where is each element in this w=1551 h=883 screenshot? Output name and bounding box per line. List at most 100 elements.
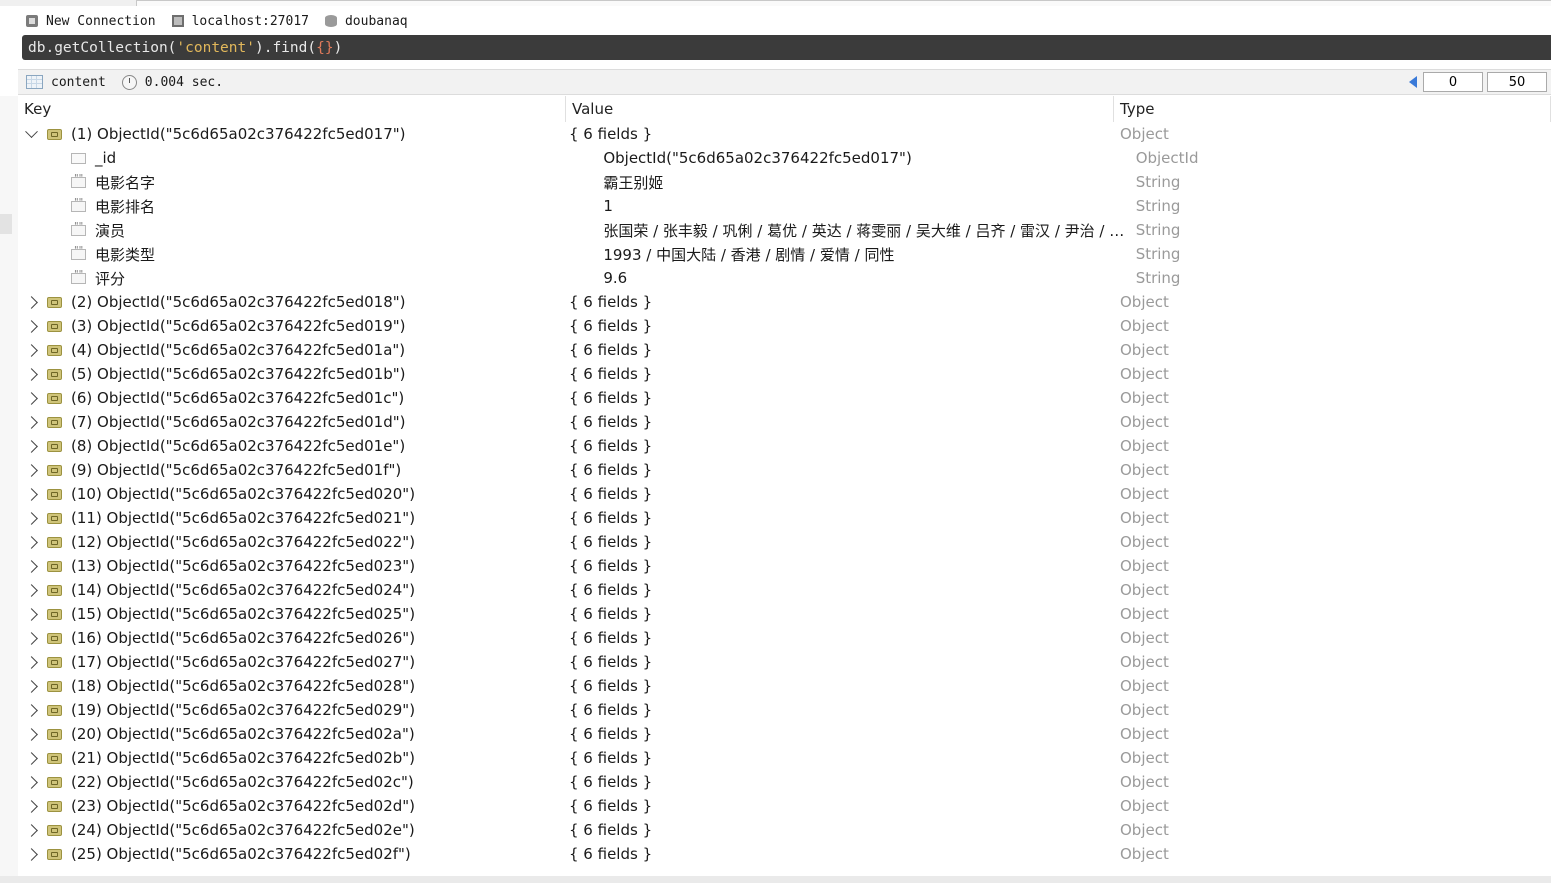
table-row[interactable]: (15) ObjectId("5c6d65a02c376422fc5ed025"…	[18, 602, 1551, 626]
table-row[interactable]: (2) ObjectId("5c6d65a02c376422fc5ed018")…	[18, 290, 1551, 314]
chevron-right-icon[interactable]	[25, 439, 38, 453]
table-row[interactable]: (10) ObjectId("5c6d65a02c376422fc5ed020"…	[18, 482, 1551, 506]
connection-breadcrumb: New Connection localhost:27017 doubanaq	[0, 8, 1551, 34]
chevron-right-icon[interactable]	[25, 631, 38, 645]
page-size-input[interactable]	[1487, 72, 1547, 92]
table-row[interactable]: (7) ObjectId("5c6d65a02c376422fc5ed01d")…	[18, 410, 1551, 434]
chevron-right-icon[interactable]	[25, 703, 38, 717]
active-tab-edge[interactable]	[136, 0, 1551, 6]
row-value: { 6 fields }	[569, 845, 653, 863]
row-type: Object	[1120, 773, 1169, 791]
field-row[interactable]: 电影类型 1993 / 中国大陆 / 香港 / 剧情 / 爱情 / 同性 Strin…	[18, 242, 1551, 266]
row-type: Object	[1120, 317, 1169, 335]
chevron-right-icon[interactable]	[25, 751, 38, 765]
table-row[interactable]: (8) ObjectId("5c6d65a02c376422fc5ed01e")…	[18, 434, 1551, 458]
chevron-right-icon[interactable]	[25, 823, 38, 837]
table-row[interactable]: (5) ObjectId("5c6d65a02c376422fc5ed01b")…	[18, 362, 1551, 386]
table-row[interactable]: (22) ObjectId("5c6d65a02c376422fc5ed02c"…	[18, 770, 1551, 794]
row-key: (13) ObjectId("5c6d65a02c376422fc5ed023"…	[71, 557, 416, 575]
chevron-right-icon[interactable]	[25, 799, 38, 813]
chevron-right-icon[interactable]	[25, 775, 38, 789]
row-key: (12) ObjectId("5c6d65a02c376422fc5ed022"…	[71, 533, 416, 551]
table-row[interactable]: (19) ObjectId("5c6d65a02c376422fc5ed029"…	[18, 698, 1551, 722]
row-type: Object	[1120, 749, 1169, 767]
table-row[interactable]: (21) ObjectId("5c6d65a02c376422fc5ed02b"…	[18, 746, 1551, 770]
chevron-right-icon[interactable]	[25, 583, 38, 597]
chevron-down-icon[interactable]	[25, 125, 38, 138]
chevron-right-icon[interactable]	[25, 727, 38, 741]
row-key: (19) ObjectId("5c6d65a02c376422fc5ed029"…	[71, 701, 416, 719]
table-row[interactable]: (20) ObjectId("5c6d65a02c376422fc5ed02a"…	[18, 722, 1551, 746]
row-key: (22) ObjectId("5c6d65a02c376422fc5ed02c"…	[71, 773, 414, 791]
field-type: String	[1135, 245, 1181, 263]
row-value: { 6 fields }	[569, 773, 653, 791]
object-icon	[47, 752, 62, 764]
chevron-right-icon[interactable]	[25, 487, 38, 501]
table-row[interactable]: (11) ObjectId("5c6d65a02c376422fc5ed021"…	[18, 506, 1551, 530]
object-icon	[47, 296, 62, 308]
table-row[interactable]: (14) ObjectId("5c6d65a02c376422fc5ed024"…	[18, 578, 1551, 602]
row-type: Object	[1120, 341, 1169, 359]
table-row[interactable]: (3) ObjectId("5c6d65a02c376422fc5ed019")…	[18, 314, 1551, 338]
table-row[interactable]: (13) ObjectId("5c6d65a02c376422fc5ed023"…	[18, 554, 1551, 578]
field-row[interactable]: 电影名字 霸王别姬 String	[18, 170, 1551, 194]
query-editor[interactable]: db.getCollection('content').find({})	[22, 35, 1551, 60]
chevron-right-icon[interactable]	[25, 847, 38, 861]
table-row[interactable]: (9) ObjectId("5c6d65a02c376422fc5ed01f")…	[18, 458, 1551, 482]
connection-item[interactable]: New Connection	[26, 14, 156, 29]
table-row[interactable]: (25) ObjectId("5c6d65a02c376422fc5ed02f"…	[18, 842, 1551, 866]
field-row[interactable]: 演员 张国荣 / 张丰毅 / 巩俐 / 葛优 / 英达 / 蒋雯丽 / 吴大维 /…	[18, 218, 1551, 242]
chevron-right-icon[interactable]	[25, 343, 38, 357]
chevron-right-icon[interactable]	[25, 295, 38, 309]
column-header-value[interactable]: Value	[566, 96, 1114, 122]
table-row[interactable]: (4) ObjectId("5c6d65a02c376422fc5ed01a")…	[18, 338, 1551, 362]
object-icon	[47, 368, 62, 380]
chevron-right-icon[interactable]	[25, 655, 38, 669]
table-row[interactable]: (24) ObjectId("5c6d65a02c376422fc5ed02e"…	[18, 818, 1551, 842]
row-key: (8) ObjectId("5c6d65a02c376422fc5ed01e")	[71, 437, 406, 455]
field-row[interactable]: 评分 9.6 String	[18, 266, 1551, 290]
pager	[1409, 70, 1551, 94]
table-row[interactable]: (12) ObjectId("5c6d65a02c376422fc5ed022"…	[18, 530, 1551, 554]
table-row[interactable]: (17) ObjectId("5c6d65a02c376422fc5ed027"…	[18, 650, 1551, 674]
row-key: (3) ObjectId("5c6d65a02c376422fc5ed019")	[71, 317, 406, 335]
field-row[interactable]: 电影排名 1 String	[18, 194, 1551, 218]
object-icon	[47, 848, 62, 860]
string-icon	[71, 197, 86, 212]
table-row[interactable]: (16) ObjectId("5c6d65a02c376422fc5ed026"…	[18, 626, 1551, 650]
row-type: Object	[1120, 797, 1169, 815]
server-item[interactable]: localhost:27017	[171, 14, 309, 29]
gutter-marker	[0, 214, 12, 234]
row-value: { 6 fields }	[569, 365, 653, 383]
chevron-right-icon[interactable]	[25, 535, 38, 549]
table-row[interactable]: (1) ObjectId("5c6d65a02c376422fc5ed017")…	[18, 122, 1551, 146]
string-icon	[71, 245, 86, 260]
page-start-input[interactable]	[1423, 72, 1483, 92]
table-row[interactable]: (6) ObjectId("5c6d65a02c376422fc5ed01c")…	[18, 386, 1551, 410]
column-header-key[interactable]: Key	[18, 96, 566, 122]
chevron-right-icon[interactable]	[25, 559, 38, 573]
chevron-right-icon[interactable]	[25, 391, 38, 405]
chevron-right-icon[interactable]	[25, 679, 38, 693]
chevron-right-icon[interactable]	[25, 367, 38, 381]
object-icon	[47, 632, 62, 644]
left-gutter	[0, 96, 18, 876]
database-name: doubanaq	[344, 13, 408, 29]
table-icon	[26, 75, 43, 89]
chevron-right-icon[interactable]	[25, 463, 38, 477]
previous-page-icon[interactable]	[1409, 76, 1417, 88]
query-text[interactable]: db.getCollection('content').find({})	[22, 40, 342, 56]
object-icon	[47, 800, 62, 812]
database-item[interactable]: doubanaq	[324, 13, 408, 29]
chevron-right-icon[interactable]	[25, 511, 38, 525]
chevron-right-icon[interactable]	[25, 607, 38, 621]
row-key: (15) ObjectId("5c6d65a02c376422fc5ed025"…	[71, 605, 416, 623]
column-header-type[interactable]: Type	[1114, 96, 1551, 122]
row-value: { 6 fields }	[569, 437, 653, 455]
chevron-right-icon[interactable]	[25, 319, 38, 333]
field-row[interactable]: _id ObjectId("5c6d65a02c376422fc5ed017") O…	[18, 146, 1551, 170]
chevron-right-icon[interactable]	[25, 415, 38, 429]
table-row[interactable]: (18) ObjectId("5c6d65a02c376422fc5ed028"…	[18, 674, 1551, 698]
table-row[interactable]: (23) ObjectId("5c6d65a02c376422fc5ed02d"…	[18, 794, 1551, 818]
row-type: Object	[1120, 677, 1169, 695]
